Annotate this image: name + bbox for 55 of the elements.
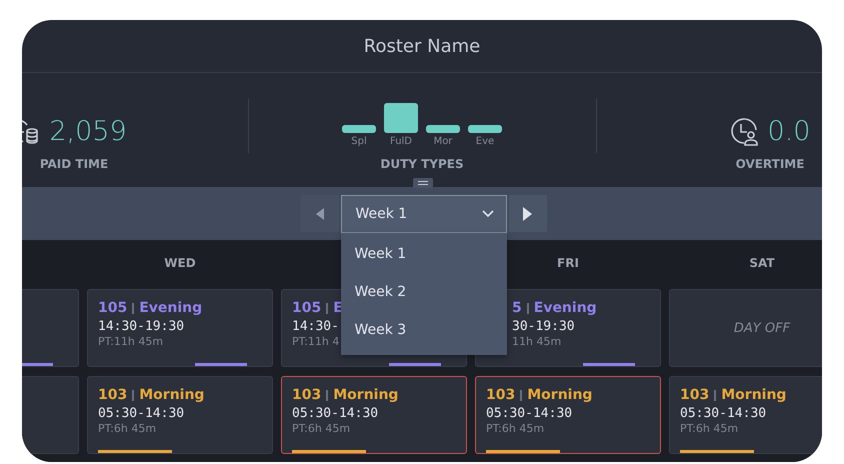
stat-label: OVERTIME: [736, 157, 804, 171]
shift-card[interactable]: 103 Morning 05:30-14:30 PT:6h 45m: [281, 376, 467, 454]
shift-time: 05:30-14:30: [98, 406, 184, 421]
shift-time: 05:30-14:30: [486, 406, 572, 421]
day-off-label: DAY OFF: [732, 320, 792, 338]
duty-number: 103: [98, 387, 128, 403]
shift-card[interactable]: 103 Morning 05:30-14:30 PT:6h 45m: [475, 376, 661, 454]
paid-time: 11h 45m: [512, 335, 562, 348]
week-option[interactable]: Week 1: [340, 234, 506, 272]
paid-time: PT:6h 45m: [680, 422, 738, 435]
week-select[interactable]: Week 1: [340, 194, 506, 232]
duty-number: 103: [680, 387, 710, 403]
chevron-down-icon: [482, 210, 494, 218]
day-header: WED: [164, 256, 196, 270]
duty-name: Evening: [534, 300, 597, 316]
shift-card[interactable]: 103 Morning 05:30-14:30 PT:6h 45m: [669, 376, 822, 454]
paid-time: PT:11h 45m: [98, 335, 164, 348]
duty-number: 105: [98, 300, 128, 316]
next-week-button[interactable]: [508, 195, 546, 232]
duty-name: Morning: [333, 387, 398, 403]
paid-time: PT:6h 45m: [486, 422, 544, 435]
day-header: SAT: [749, 256, 775, 270]
paid-time: PT:11h 4: [292, 335, 340, 348]
clock-person-icon: [730, 116, 760, 146]
shift-time: 05:30-14:30: [680, 406, 766, 421]
paid-time: PT:6h 45m: [292, 422, 350, 435]
day-header: FRI: [557, 256, 579, 270]
duty-number: 103: [292, 387, 322, 403]
duty-type-label: Spl: [351, 136, 367, 147]
right-triangle-icon: [523, 206, 532, 220]
drag-handle-icon[interactable]: [413, 178, 433, 188]
duty-type-label: Eve: [476, 136, 494, 147]
duty-name: Morning: [721, 387, 786, 403]
stat-label: DUTY TYPES: [380, 157, 464, 171]
paid-time: PT:6h 45m: [98, 422, 156, 435]
duty-type-label: Mor: [434, 136, 452, 147]
shift-card[interactable]: 103 Morning 05:30-14:30 PT:6h 45m: [87, 376, 273, 454]
shift-time: 30-19:30: [512, 319, 575, 334]
stat-value: 0.0: [768, 116, 810, 147]
day-off-card[interactable]: DAY OFF: [669, 289, 822, 367]
duty-type-label: FulD: [390, 136, 412, 147]
duty-number: 105: [292, 300, 322, 316]
shift-card[interactable]: 105 Evening 14:30-19:30 PT:11h 45m: [87, 289, 273, 367]
duty-name: Morning: [527, 387, 592, 403]
shift-time: 05:30-14:30: [292, 406, 378, 421]
duty-number: 103: [486, 387, 516, 403]
stat-label: PAID TIME: [40, 157, 108, 171]
roster-title: Roster Name: [364, 36, 480, 56]
left-triangle-icon: [316, 208, 324, 220]
stat-value: 2,059: [49, 116, 127, 147]
duty-name: Morning: [139, 387, 204, 403]
shift-time: 14:30-: [292, 319, 339, 334]
duty-number: 5: [512, 300, 522, 316]
duty-name: Evening: [139, 300, 202, 316]
shift-time: 14:30-19:30: [98, 319, 184, 334]
